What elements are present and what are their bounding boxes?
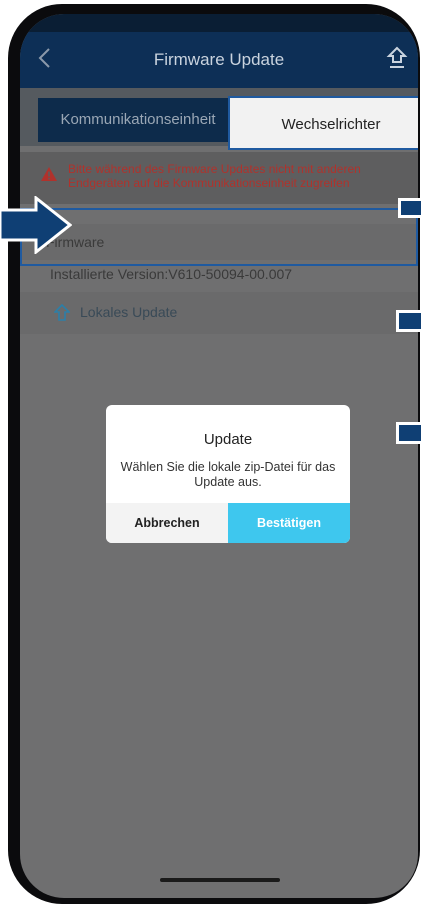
- screen: Firmware Update Kommunikationseinheit We…: [20, 14, 418, 898]
- app-bar: Firmware Update: [20, 32, 418, 88]
- phone-frame: Firmware Update Kommunikationseinheit We…: [8, 4, 420, 904]
- update-dialog: Update Wählen Sie die lokale zip-Datei f…: [106, 405, 350, 543]
- callout-marker-2: [396, 310, 421, 332]
- warning-banner: Bitte während des Firmware Updates nicht…: [20, 152, 418, 204]
- page-title: Firmware Update: [153, 50, 285, 69]
- warning-text: Bitte während des Firmware Updates nicht…: [68, 162, 361, 190]
- upload-arrow-icon: [54, 304, 70, 321]
- callout-arrow-icon: [0, 196, 72, 254]
- cancel-button[interactable]: Abbrechen: [106, 503, 228, 543]
- confirm-button[interactable]: Bestätigen: [228, 503, 350, 543]
- callout-marker-3: [396, 422, 421, 444]
- dialog-buttons: Abbrechen Bestätigen: [106, 503, 350, 543]
- local-update-label: Lokales Update: [80, 304, 178, 320]
- tab-bar: Kommunikationseinheit Wechselrichter: [20, 88, 418, 150]
- installed-version: Installierte Version:V610-50094-00.007: [50, 266, 293, 282]
- tab-kommunikationseinheit[interactable]: Kommunikationseinheit: [38, 98, 238, 142]
- home-indicator: [160, 878, 280, 882]
- upload-icon[interactable]: [386, 46, 408, 70]
- dialog-title: Update: [203, 431, 253, 448]
- dialog-message: Wählen Sie die lokale zip-Datei für das …: [120, 460, 336, 489]
- status-bar: [20, 14, 418, 32]
- warning-icon: [41, 167, 57, 181]
- tab-wechselrichter[interactable]: Wechselrichter: [228, 96, 418, 150]
- callout-marker-1: [398, 198, 421, 218]
- highlight-frame: [20, 208, 418, 266]
- local-update-row[interactable]: Lokales Update: [20, 292, 418, 334]
